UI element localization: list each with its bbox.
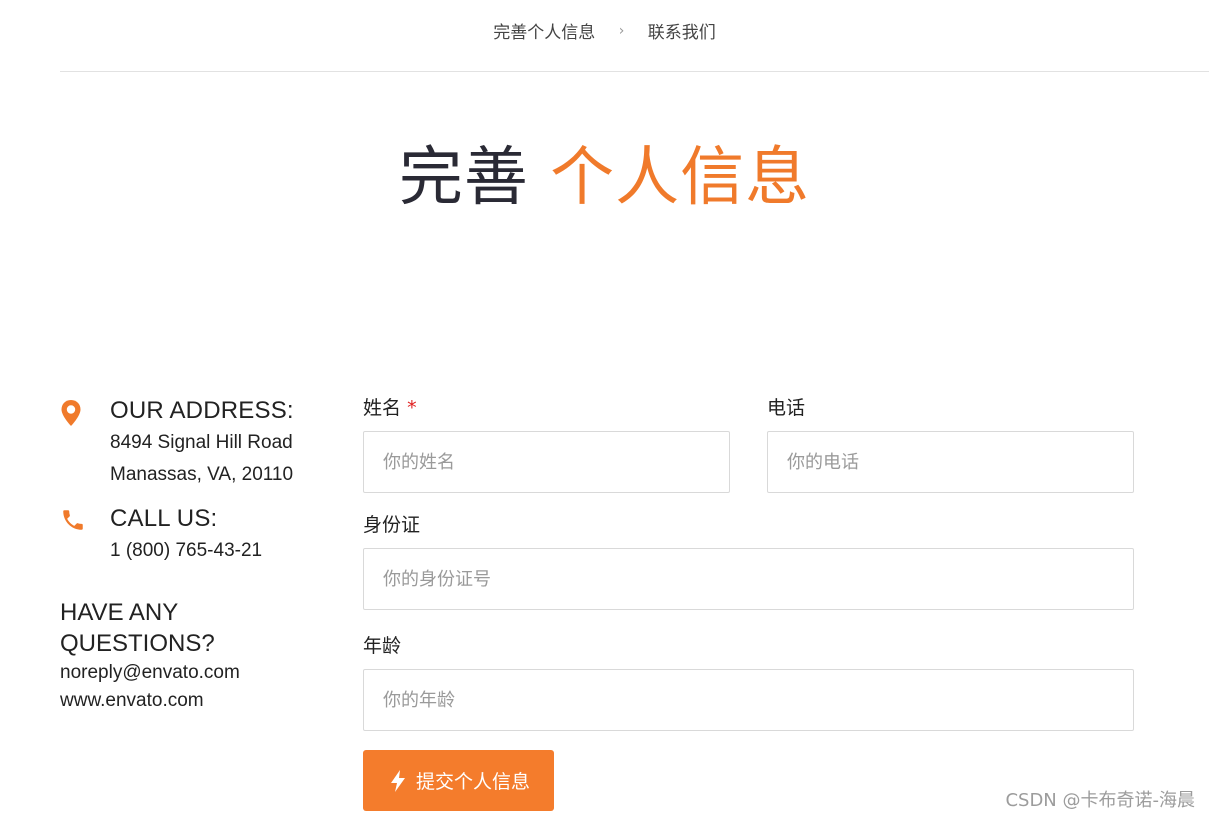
- age-label: 年龄: [363, 635, 402, 657]
- breadcrumb-item-contact[interactable]: 联系我们: [648, 18, 716, 43]
- location-pin-icon: [60, 399, 86, 427]
- address-block: OUR ADDRESS: 8494 Signal Hill Road Manas…: [60, 395, 340, 491]
- submit-label: 提交个人信息: [416, 771, 531, 793]
- phone-label: 电话: [767, 397, 806, 419]
- breadcrumb-item-profile[interactable]: 完善个人信息: [493, 18, 595, 43]
- call-title: CALL US:: [110, 505, 218, 532]
- page-title: 完善 个人信息: [0, 138, 1209, 218]
- address-line-2: Manassas, VA, 20110: [110, 464, 294, 485]
- breadcrumb-separator: ›: [618, 22, 625, 39]
- age-field-group: 年龄: [363, 631, 1134, 731]
- phone-field-group: 电话: [767, 393, 1134, 493]
- contact-website: www.envato.com: [60, 690, 204, 711]
- questions-block: HAVE ANY QUESTIONS? noreply@envato.com w…: [60, 597, 340, 715]
- name-input[interactable]: [363, 431, 730, 493]
- page-title-part1: 完善: [398, 141, 529, 215]
- phone-icon: [60, 507, 86, 535]
- name-label: 姓名 *: [363, 393, 730, 423]
- address-line-1: 8494 Signal Hill Road: [110, 432, 293, 453]
- phone-input[interactable]: [767, 431, 1134, 493]
- id-card-label: 身份证: [363, 514, 421, 536]
- name-field-group: 姓名 *: [363, 393, 730, 493]
- header-divider: [60, 71, 1209, 72]
- call-block: CALL US: 1 (800) 765-43-21: [60, 503, 340, 567]
- page-title-accent: 个人信息: [550, 141, 811, 215]
- age-input[interactable]: [363, 669, 1134, 731]
- address-title: OUR ADDRESS:: [110, 397, 294, 424]
- required-mark: *: [407, 397, 417, 419]
- profile-form: 姓名 * 电话 身份证 年龄 提交个人信息: [363, 393, 1134, 811]
- submit-button[interactable]: 提交个人信息: [363, 750, 555, 811]
- contact-email: noreply@envato.com: [60, 662, 240, 683]
- name-label-text: 姓名: [363, 397, 402, 419]
- id-card-input[interactable]: [363, 548, 1134, 610]
- watermark: CSDN @卡布奇诺-海晨: [1005, 790, 1195, 811]
- phone-number: 1 (800) 765-43-21: [110, 540, 263, 561]
- questions-title: HAVE ANY QUESTIONS?: [60, 599, 215, 657]
- id-card-field-group: 身份证: [363, 510, 1134, 610]
- lightning-bolt-icon: [389, 769, 407, 793]
- contact-info: OUR ADDRESS: 8494 Signal Hill Road Manas…: [60, 395, 340, 715]
- breadcrumb: 完善个人信息 › 联系我们: [0, 18, 1209, 44]
